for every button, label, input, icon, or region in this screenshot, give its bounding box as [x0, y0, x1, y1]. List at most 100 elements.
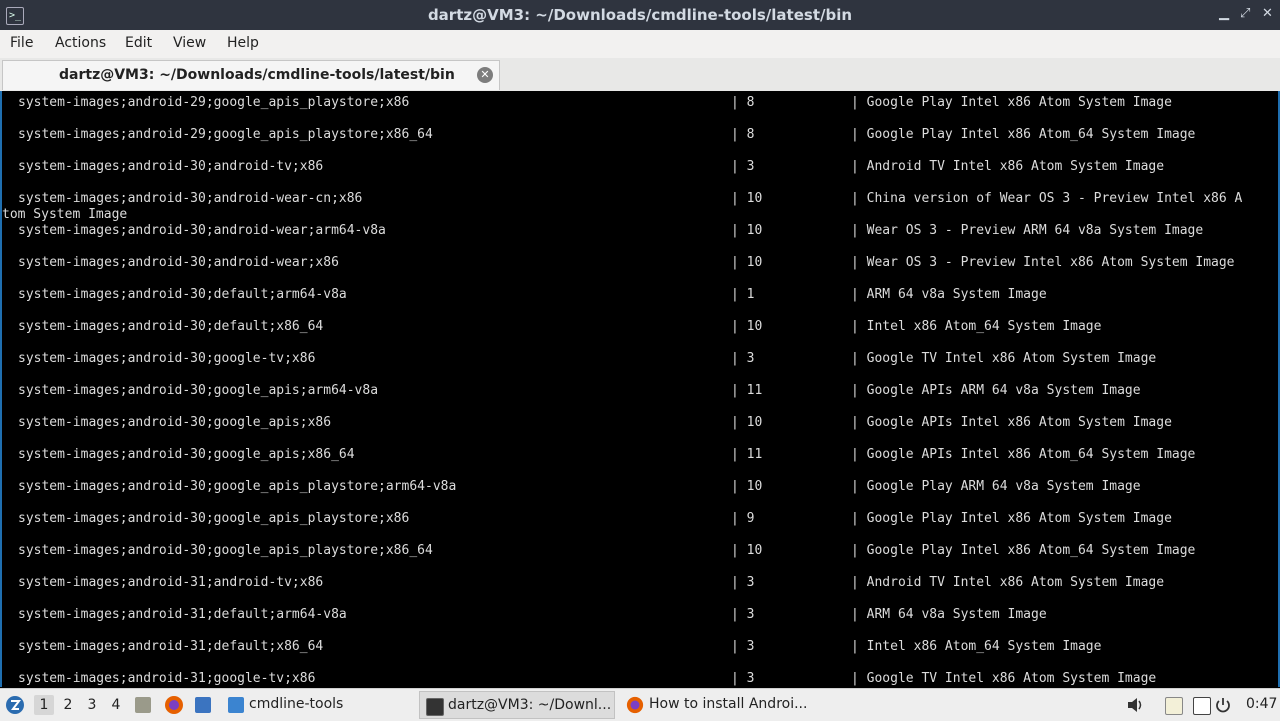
terminal-row: system-images;android-30;default;arm64-v… — [2, 285, 1278, 317]
volume-icon[interactable] — [1126, 696, 1144, 714]
package-description: | Wear OS 3 - Preview ARM 64 v8a System … — [851, 223, 1204, 238]
package-description: | Intel x86 Atom_64 System Image — [851, 319, 1102, 334]
package-description: | Google APIs Intel x86 Atom System Imag… — [851, 415, 1172, 430]
package-version: | 3 — [731, 351, 755, 366]
terminal-row: system-images;android-31;android-tv;x86 |… — [2, 573, 1278, 605]
terminal-row: system-images;android-30;android-wear-cn… — [2, 189, 1278, 222]
menu-file[interactable]: File — [10, 35, 33, 51]
menu-bar: File Actions Edit View Help — [0, 30, 1280, 59]
package-path: system-images;android-31;google-tv;x86 — [18, 671, 316, 686]
package-description: | Android TV Intel x86 Atom System Image — [851, 575, 1165, 590]
window-titlebar: >_ dartz@VM3: ~/Downloads/cmdline-tools/… — [0, 0, 1280, 30]
terminal-row: system-images;android-30;android-tv;x86 |… — [2, 157, 1278, 189]
package-version: | 8 — [731, 95, 755, 110]
terminal-output[interactable]: system-images;android-29;google_apis_pla… — [0, 91, 1280, 687]
package-path: system-images;android-31;android-tv;x86 — [18, 575, 324, 590]
workspace-1[interactable]: 1 — [34, 695, 54, 715]
display-icon[interactable] — [1193, 697, 1211, 715]
firefox-icon[interactable] — [164, 695, 184, 715]
start-menu-icon[interactable] — [5, 695, 25, 715]
menu-edit[interactable]: Edit — [125, 35, 152, 51]
package-version: | 3 — [731, 607, 755, 622]
package-version: | 8 — [731, 127, 755, 142]
terminal-row: system-images;android-30;android-wear;ar… — [2, 221, 1278, 253]
task-browser[interactable]: How to install Androi... — [621, 691, 821, 719]
task-folder-label: cmdline-tools — [249, 696, 344, 712]
package-path: system-images;android-31;default;arm64-v… — [18, 607, 347, 622]
terminal-row: system-images;android-30;android-wear;x8… — [2, 253, 1278, 285]
terminal-row: system-images;android-31;default;x86_64 |… — [2, 637, 1278, 669]
task-folder[interactable]: cmdline-tools — [222, 691, 412, 719]
file-manager-icon[interactable] — [135, 697, 151, 713]
package-path: system-images;android-30;google_apis_pla… — [18, 479, 457, 494]
terminal-row: system-images;android-30;default;x86_64 |… — [2, 317, 1278, 349]
maximize-button[interactable]: ⤢ — [1240, 6, 1250, 21]
package-description: | Google APIs ARM 64 v8a System Image — [851, 383, 1141, 398]
package-path: system-images;android-30;default;x86_64 — [18, 319, 324, 334]
workspace-3[interactable]: 3 — [82, 695, 102, 715]
terminal-tab[interactable]: dartz@VM3: ~/Downloads/cmdline-tools/lat… — [2, 60, 500, 90]
firefox-task-icon — [626, 696, 644, 714]
package-description: | Google Play ARM 64 v8a System Image — [851, 479, 1141, 494]
package-version: | 9 — [731, 511, 755, 526]
tab-title: dartz@VM3: ~/Downloads/cmdline-tools/lat… — [59, 67, 455, 83]
menu-help[interactable]: Help — [227, 35, 259, 51]
package-description: | ARM 64 v8a System Image — [851, 607, 1047, 622]
package-path: system-images;android-30;android-wear;x8… — [18, 255, 339, 270]
package-version: | 10 — [731, 479, 763, 494]
tab-close-icon[interactable]: ✕ — [477, 67, 493, 83]
window-title: dartz@VM3: ~/Downloads/cmdline-tools/lat… — [427, 6, 853, 24]
package-version: | 3 — [731, 671, 755, 686]
package-path: system-images;android-30;google_apis;x86 — [18, 415, 332, 430]
terminal-row: system-images;android-31;default;arm64-v… — [2, 605, 1278, 637]
workspace-2[interactable]: 2 — [58, 695, 78, 715]
terminal-row: system-images;android-30;google_apis_pla… — [2, 509, 1278, 541]
desktop-icon[interactable] — [195, 697, 211, 713]
package-path: system-images;android-31;default;x86_64 — [18, 639, 324, 654]
package-description: | Google Play Intel x86 Atom System Imag… — [851, 95, 1172, 110]
minimize-button[interactable]: ▁ — [1219, 6, 1229, 21]
task-terminal[interactable]: dartz@VM3: ~/Downl... — [419, 691, 615, 719]
power-icon[interactable] — [1214, 696, 1232, 714]
package-description: | Google Play Intel x86 Atom_64 System I… — [851, 127, 1196, 142]
package-path: system-images;android-29;google_apis_pla… — [18, 95, 410, 110]
terminal-task-icon — [426, 698, 444, 716]
terminal-row: system-images;android-29;google_apis_pla… — [2, 125, 1278, 157]
package-path: system-images;android-30;google_apis_pla… — [18, 543, 433, 558]
package-path: system-images;android-30;google-tv;x86 — [18, 351, 316, 366]
package-path: system-images;android-30;google_apis;x86… — [18, 447, 355, 462]
package-description: | Google TV Intel x86 Atom System Image — [851, 351, 1157, 366]
package-version: | 11 — [731, 383, 763, 398]
package-description: | ARM 64 v8a System Image — [851, 287, 1047, 302]
terminal-row: system-images;android-31;google-tv;x86 | … — [2, 669, 1278, 687]
workspace-4[interactable]: 4 — [106, 695, 126, 715]
package-version: | 10 — [731, 191, 763, 206]
package-path: system-images;android-30;android-wear-cn… — [18, 191, 363, 206]
package-version: | 3 — [731, 575, 755, 590]
task-terminal-label: dartz@VM3: ~/Downl... — [448, 697, 612, 713]
package-description: | Android TV Intel x86 Atom System Image — [851, 159, 1165, 174]
package-path: system-images;android-30;google_apis_pla… — [18, 511, 410, 526]
terminal-row: system-images;android-30;google_apis_pla… — [2, 477, 1278, 509]
package-version: | 1 — [731, 287, 755, 302]
package-path: system-images;android-29;google_apis_pla… — [18, 127, 433, 142]
terminal-row: system-images;android-30;google_apis;arm… — [2, 381, 1278, 413]
terminal-row: system-images;android-29;google_apis_pla… — [2, 93, 1278, 125]
package-version: | 10 — [731, 415, 763, 430]
menu-actions[interactable]: Actions — [55, 35, 106, 51]
close-window-button[interactable]: ✕ — [1262, 6, 1273, 21]
tab-bar: dartz@VM3: ~/Downloads/cmdline-tools/lat… — [0, 58, 1280, 92]
package-description: | China version of Wear OS 3 - Preview I… — [851, 191, 1243, 206]
package-path: system-images;android-30;google_apis;arm… — [18, 383, 379, 398]
package-version: | 11 — [731, 447, 763, 462]
package-version: | 3 — [731, 159, 755, 174]
package-description: | Intel x86 Atom_64 System Image — [851, 639, 1102, 654]
clipboard-icon[interactable] — [1165, 697, 1183, 715]
package-description: | Google Play Intel x86 Atom System Imag… — [851, 511, 1172, 526]
terminal-row: system-images;android-30;google_apis;x86… — [2, 413, 1278, 445]
package-path: system-images;android-30;default;arm64-v… — [18, 287, 347, 302]
menu-view[interactable]: View — [173, 35, 206, 51]
package-description: | Wear OS 3 - Preview Intel x86 Atom Sys… — [851, 255, 1235, 270]
clock: 0:47 — [1246, 696, 1278, 712]
package-version: | 10 — [731, 319, 763, 334]
